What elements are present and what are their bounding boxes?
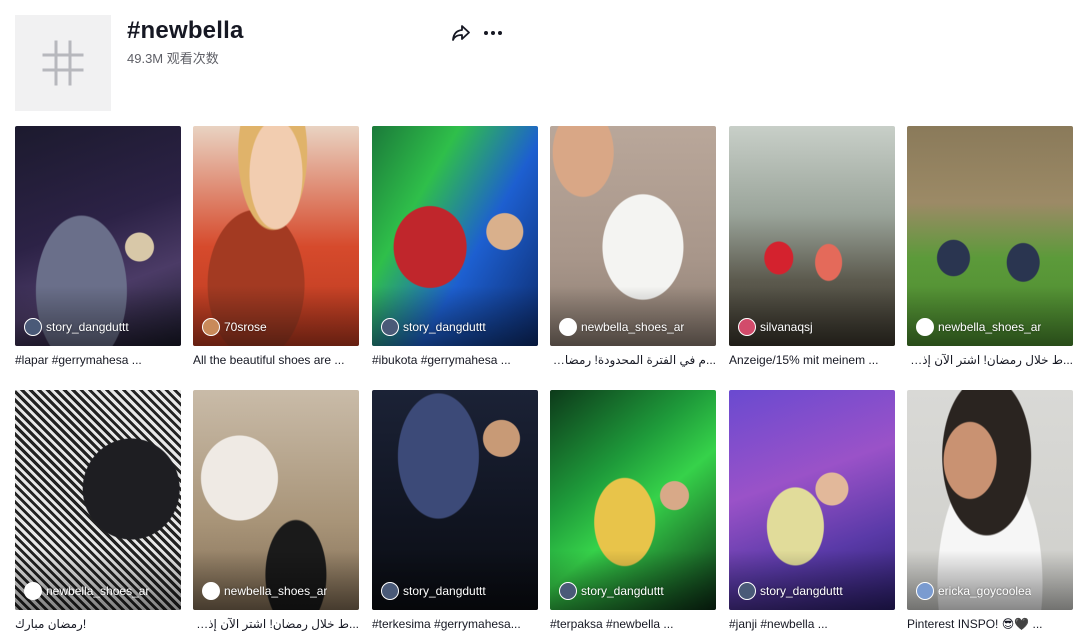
avatar xyxy=(559,582,577,600)
author-name: 70srose xyxy=(224,320,267,334)
video-card[interactable]: story_dangduttt #janji #newbella ... xyxy=(729,390,895,632)
author-name: story_dangduttt xyxy=(403,320,486,334)
video-author[interactable]: newbella_shoes_ar xyxy=(24,582,175,600)
avatar xyxy=(738,582,756,600)
video-caption[interactable]: #ibukota #gerrymahesa ... xyxy=(372,352,538,368)
video-author[interactable]: newbella_shoes_ar xyxy=(916,318,1067,336)
avatar xyxy=(916,318,934,336)
more-icon xyxy=(484,31,502,35)
video-card[interactable]: newbella_shoes_ar !رمضان مبارك xyxy=(15,390,181,632)
author-name: silvanaqsj xyxy=(760,320,813,334)
video-caption[interactable]: #terpaksa #newbella ... xyxy=(550,616,716,632)
video-author[interactable]: story_dangduttt xyxy=(738,582,889,600)
author-name: newbella_shoes_ar xyxy=(581,320,685,334)
video-caption[interactable]: ...ط خلال رمضان! اشتر الآن إذا تحبها xyxy=(907,352,1073,368)
author-name: newbella_shoes_ar xyxy=(938,320,1042,334)
avatar xyxy=(559,318,577,336)
avatar xyxy=(24,318,42,336)
video-thumbnail[interactable]: 70srose xyxy=(193,126,359,346)
hashtag-cover xyxy=(15,15,111,111)
avatar xyxy=(24,582,42,600)
video-card[interactable]: story_dangduttt #ibukota #gerrymahesa ..… xyxy=(372,126,538,368)
avatar xyxy=(202,318,220,336)
author-name: story_dangduttt xyxy=(760,584,843,598)
avatar xyxy=(202,582,220,600)
video-caption[interactable]: Pinterest INSPO! 😎🖤 ... xyxy=(907,616,1073,632)
video-thumbnail[interactable]: story_dangduttt xyxy=(729,390,895,610)
video-caption[interactable]: #janji #newbella ... xyxy=(729,616,895,632)
video-card[interactable]: newbella_shoes_ar ...م في الفترة المحدود… xyxy=(550,126,716,368)
view-count: 49.3M 观看次数 xyxy=(127,51,219,66)
video-thumbnail[interactable]: story_dangduttt xyxy=(372,390,538,610)
author-name: story_dangduttt xyxy=(46,320,129,334)
video-author[interactable]: story_dangduttt xyxy=(381,582,532,600)
author-name: story_dangduttt xyxy=(581,584,664,598)
video-thumbnail[interactable]: story_dangduttt xyxy=(372,126,538,346)
video-thumbnail[interactable]: newbella_shoes_ar xyxy=(15,390,181,610)
share-button[interactable] xyxy=(450,22,472,44)
video-author[interactable]: newbella_shoes_ar xyxy=(202,582,353,600)
video-card[interactable]: story_dangduttt #terkesima #gerrymahesa.… xyxy=(372,390,538,632)
video-author[interactable]: silvanaqsj xyxy=(738,318,889,336)
video-caption[interactable]: Anzeige/15% mit meinem ... xyxy=(729,352,895,368)
video-card[interactable]: silvanaqsj Anzeige/15% mit meinem ... xyxy=(729,126,895,368)
avatar xyxy=(916,582,934,600)
video-card[interactable]: ericka_goycoolea Pinterest INSPO! 😎🖤 ... xyxy=(907,390,1073,632)
avatar xyxy=(381,582,399,600)
video-card[interactable]: story_dangduttt #terpaksa #newbella ... xyxy=(550,390,716,632)
page-title: #newbella xyxy=(127,17,244,44)
video-caption[interactable]: #lapar #gerrymahesa ... xyxy=(15,352,181,368)
more-options-button[interactable] xyxy=(482,22,504,44)
avatar xyxy=(381,318,399,336)
avatar xyxy=(738,318,756,336)
video-thumbnail[interactable]: ericka_goycoolea xyxy=(907,390,1073,610)
video-author[interactable]: ericka_goycoolea xyxy=(916,582,1067,600)
video-card[interactable]: 70srose All the beautiful shoes are ... xyxy=(193,126,359,368)
video-card[interactable]: newbella_shoes_ar ...ط خلال رمضان! اشتر … xyxy=(907,126,1073,368)
author-name: newbella_shoes_ar xyxy=(46,584,150,598)
video-thumbnail[interactable]: newbella_shoes_ar xyxy=(193,390,359,610)
video-caption[interactable]: ...ط خلال رمضان! اشتر الآن إذا تحبها xyxy=(193,616,359,632)
author-name: ericka_goycoolea xyxy=(938,584,1032,598)
video-thumbnail[interactable]: newbella_shoes_ar xyxy=(907,126,1073,346)
video-thumbnail[interactable]: silvanaqsj xyxy=(729,126,895,346)
video-thumbnail[interactable]: story_dangduttt xyxy=(550,390,716,610)
video-author[interactable]: story_dangduttt xyxy=(559,582,710,600)
hashtag-icon xyxy=(42,40,84,86)
video-author[interactable]: story_dangduttt xyxy=(24,318,175,336)
video-thumbnail[interactable]: newbella_shoes_ar xyxy=(550,126,716,346)
video-caption[interactable]: ...م في الفترة المحدودة! رمضان مبارك xyxy=(550,352,716,368)
video-author[interactable]: 70srose xyxy=(202,318,353,336)
video-caption[interactable]: !رمضان مبارك xyxy=(15,616,181,632)
video-author[interactable]: story_dangduttt xyxy=(381,318,532,336)
video-caption[interactable]: #terkesima #gerrymahesa... xyxy=(372,616,538,632)
video-thumbnail[interactable]: story_dangduttt xyxy=(15,126,181,346)
video-caption[interactable]: All the beautiful shoes are ... xyxy=(193,352,359,368)
share-icon xyxy=(452,25,470,41)
author-name: newbella_shoes_ar xyxy=(224,584,328,598)
video-card[interactable]: story_dangduttt #lapar #gerrymahesa ... xyxy=(15,126,181,368)
author-name: story_dangduttt xyxy=(403,584,486,598)
video-author[interactable]: newbella_shoes_ar xyxy=(559,318,710,336)
video-card[interactable]: newbella_shoes_ar ...ط خلال رمضان! اشتر … xyxy=(193,390,359,632)
hashtag-page: #newbella 49.3M 观看次数 story_dangduttt #la… xyxy=(0,0,1080,641)
